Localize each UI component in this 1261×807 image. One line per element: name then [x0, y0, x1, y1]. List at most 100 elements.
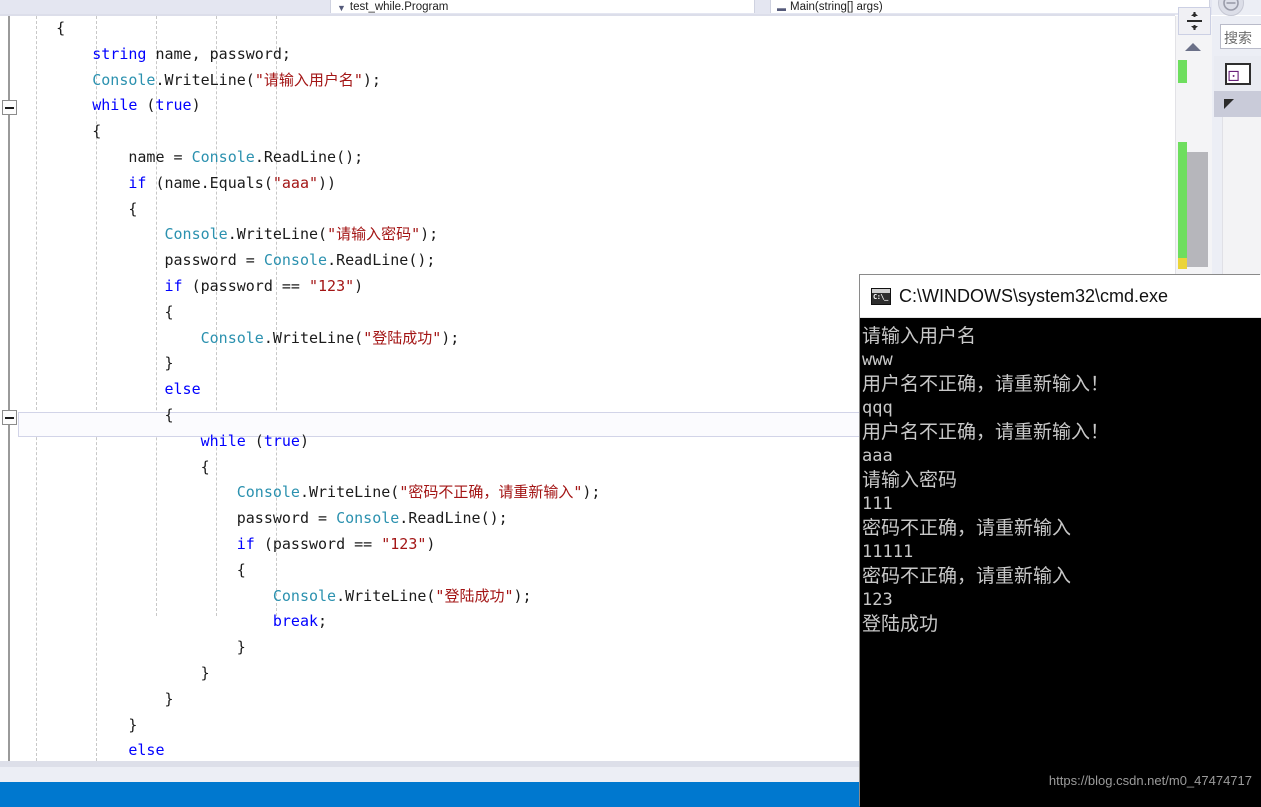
- code-token: else: [20, 380, 201, 399]
- code-token: (password ==: [254, 534, 382, 553]
- code-token: (password ==: [182, 276, 309, 295]
- code-token: while: [20, 431, 246, 450]
- code-token: ;: [318, 612, 328, 631]
- code-token: "123": [309, 276, 355, 295]
- code-token: {: [20, 19, 66, 37]
- code-token: );: [513, 586, 532, 605]
- code-token: {: [20, 405, 174, 424]
- code-token: Console: [191, 147, 255, 166]
- tab-label: Main(string[] args): [790, 0, 883, 13]
- console-output-line: 111: [862, 494, 893, 514]
- code-token: .WriteLine(: [155, 70, 255, 89]
- code-token: {: [20, 457, 210, 476]
- code-token: .WriteLine(: [227, 225, 328, 244]
- code-token: ): [426, 534, 436, 553]
- visual-studio-solution-icon: ⚀: [1224, 62, 1251, 85]
- code-token: {: [20, 122, 102, 141]
- code-line: Console.WriteLine("请输入密码");: [0, 222, 1175, 248]
- tab-program-class[interactable]: ▼ test_while.Program: [330, 0, 755, 13]
- code-token: .WriteLine(: [336, 586, 436, 605]
- code-token: );: [362, 70, 381, 89]
- code-token: (: [245, 431, 264, 450]
- code-token: {: [20, 199, 138, 218]
- code-token: (: [137, 96, 156, 115]
- cmd-console-window[interactable]: C:\_ C:\WINDOWS\system32\cmd.exe 请输入用户名 w…: [860, 275, 1261, 807]
- console-output-area: 请输入用户名 www 用户名不正确，请重新输入！ qqq 用户名不正确，请重新输入！ aa…: [860, 318, 1261, 807]
- console-output-line: 登陆成功: [862, 613, 939, 635]
- code-token: "请输入密码": [327, 225, 421, 244]
- code-token: name =: [20, 147, 192, 166]
- code-token: Console: [20, 225, 228, 244]
- code-line: {: [0, 16, 1175, 42]
- console-output-line: 密码不正确，请重新输入: [862, 517, 1072, 539]
- tab-label: test_while.Program: [349, 0, 449, 13]
- code-token: break: [20, 612, 319, 631]
- code-line: if (name.Equals("aaa")): [0, 171, 1175, 197]
- panel-expander-row[interactable]: [1214, 91, 1261, 117]
- code-token: );: [420, 225, 439, 244]
- code-token: Console: [20, 70, 156, 89]
- console-output-line: aaa: [862, 446, 893, 466]
- chevron-down-icon: ▼: [337, 3, 346, 13]
- code-token: password =: [20, 251, 264, 270]
- warning-marker: [1178, 258, 1187, 269]
- code-token: ): [191, 96, 201, 115]
- code-token: );: [582, 483, 601, 502]
- console-title-bar[interactable]: C:\_ C:\WINDOWS\system32\cmd.exe: [860, 275, 1261, 318]
- code-token: ): [354, 276, 364, 295]
- code-line: while (true): [0, 93, 1175, 119]
- code-line: string name, password;: [0, 42, 1175, 68]
- console-output-line: 请输入密码: [862, 469, 958, 491]
- code-token: Console: [20, 328, 264, 347]
- code-line: password = Console.ReadLine();: [0, 248, 1175, 274]
- code-token: "请输入用户名": [254, 70, 363, 89]
- cmd-icon-prompt: C:\_: [873, 292, 888, 301]
- code-token: string: [20, 44, 147, 63]
- code-token: );: [441, 328, 460, 347]
- code-token: true: [155, 96, 192, 115]
- triangle-expander-icon: [1224, 99, 1234, 109]
- code-token: )): [318, 173, 337, 192]
- code-token: }: [20, 663, 210, 682]
- solution-explorer-item[interactable]: ⚀: [1214, 56, 1261, 91]
- code-token: Console: [336, 509, 400, 528]
- code-token: }: [20, 638, 246, 657]
- console-output-line: 123: [862, 590, 893, 610]
- vs-glyph: ⚀: [1227, 68, 1240, 85]
- code-token: {: [20, 302, 174, 321]
- console-output-line: 11111: [862, 542, 914, 562]
- code-token: Console: [263, 251, 328, 270]
- code-token: if: [20, 534, 255, 553]
- code-token: (name.Equals(: [146, 173, 273, 192]
- code-token: if: [20, 173, 147, 192]
- code-token: "登陆成功": [435, 586, 514, 605]
- scrollbar-thumb[interactable]: [1187, 152, 1208, 267]
- console-output-line: 密码不正确，请重新输入: [862, 565, 1072, 587]
- code-line: Console.WriteLine("请输入用户名");: [0, 68, 1175, 94]
- code-token: if: [20, 276, 183, 295]
- code-token: }: [20, 715, 138, 734]
- change-marker: [1178, 60, 1187, 83]
- code-line: {: [0, 197, 1175, 223]
- console-title-text: C:\WINDOWS\system32\cmd.exe: [899, 285, 1169, 306]
- code-token: "aaa": [272, 173, 319, 192]
- code-token: name, password;: [146, 44, 291, 63]
- console-output-line: qqq: [862, 398, 893, 418]
- cmd-console-icon: C:\_: [871, 287, 891, 305]
- split-horizontal-icon[interactable]: [1178, 7, 1211, 35]
- console-output-line: 用户名不正确，请重新输入！: [862, 421, 1110, 443]
- change-marker: [1178, 142, 1187, 269]
- screenshot-root: ▼ test_while.Program ▬ Main(string[] arg…: [0, 0, 1261, 807]
- search-input[interactable]: 搜索: [1220, 24, 1261, 49]
- tab-main-method[interactable]: ▬ Main(string[] args): [770, 0, 1210, 13]
- code-token: .ReadLine();: [327, 251, 436, 270]
- scroll-up-arrow-icon[interactable]: [1182, 40, 1204, 54]
- code-token: .ReadLine();: [399, 509, 508, 528]
- code-token: .WriteLine(: [299, 483, 400, 502]
- code-token: .ReadLine();: [254, 147, 364, 166]
- code-token: .WriteLine(: [263, 328, 364, 347]
- watermark-url: https://blog.csdn.net/m0_47474717: [1048, 773, 1252, 788]
- code-token: ): [299, 431, 309, 450]
- code-token: Console: [20, 586, 337, 605]
- code-line: {: [0, 119, 1175, 145]
